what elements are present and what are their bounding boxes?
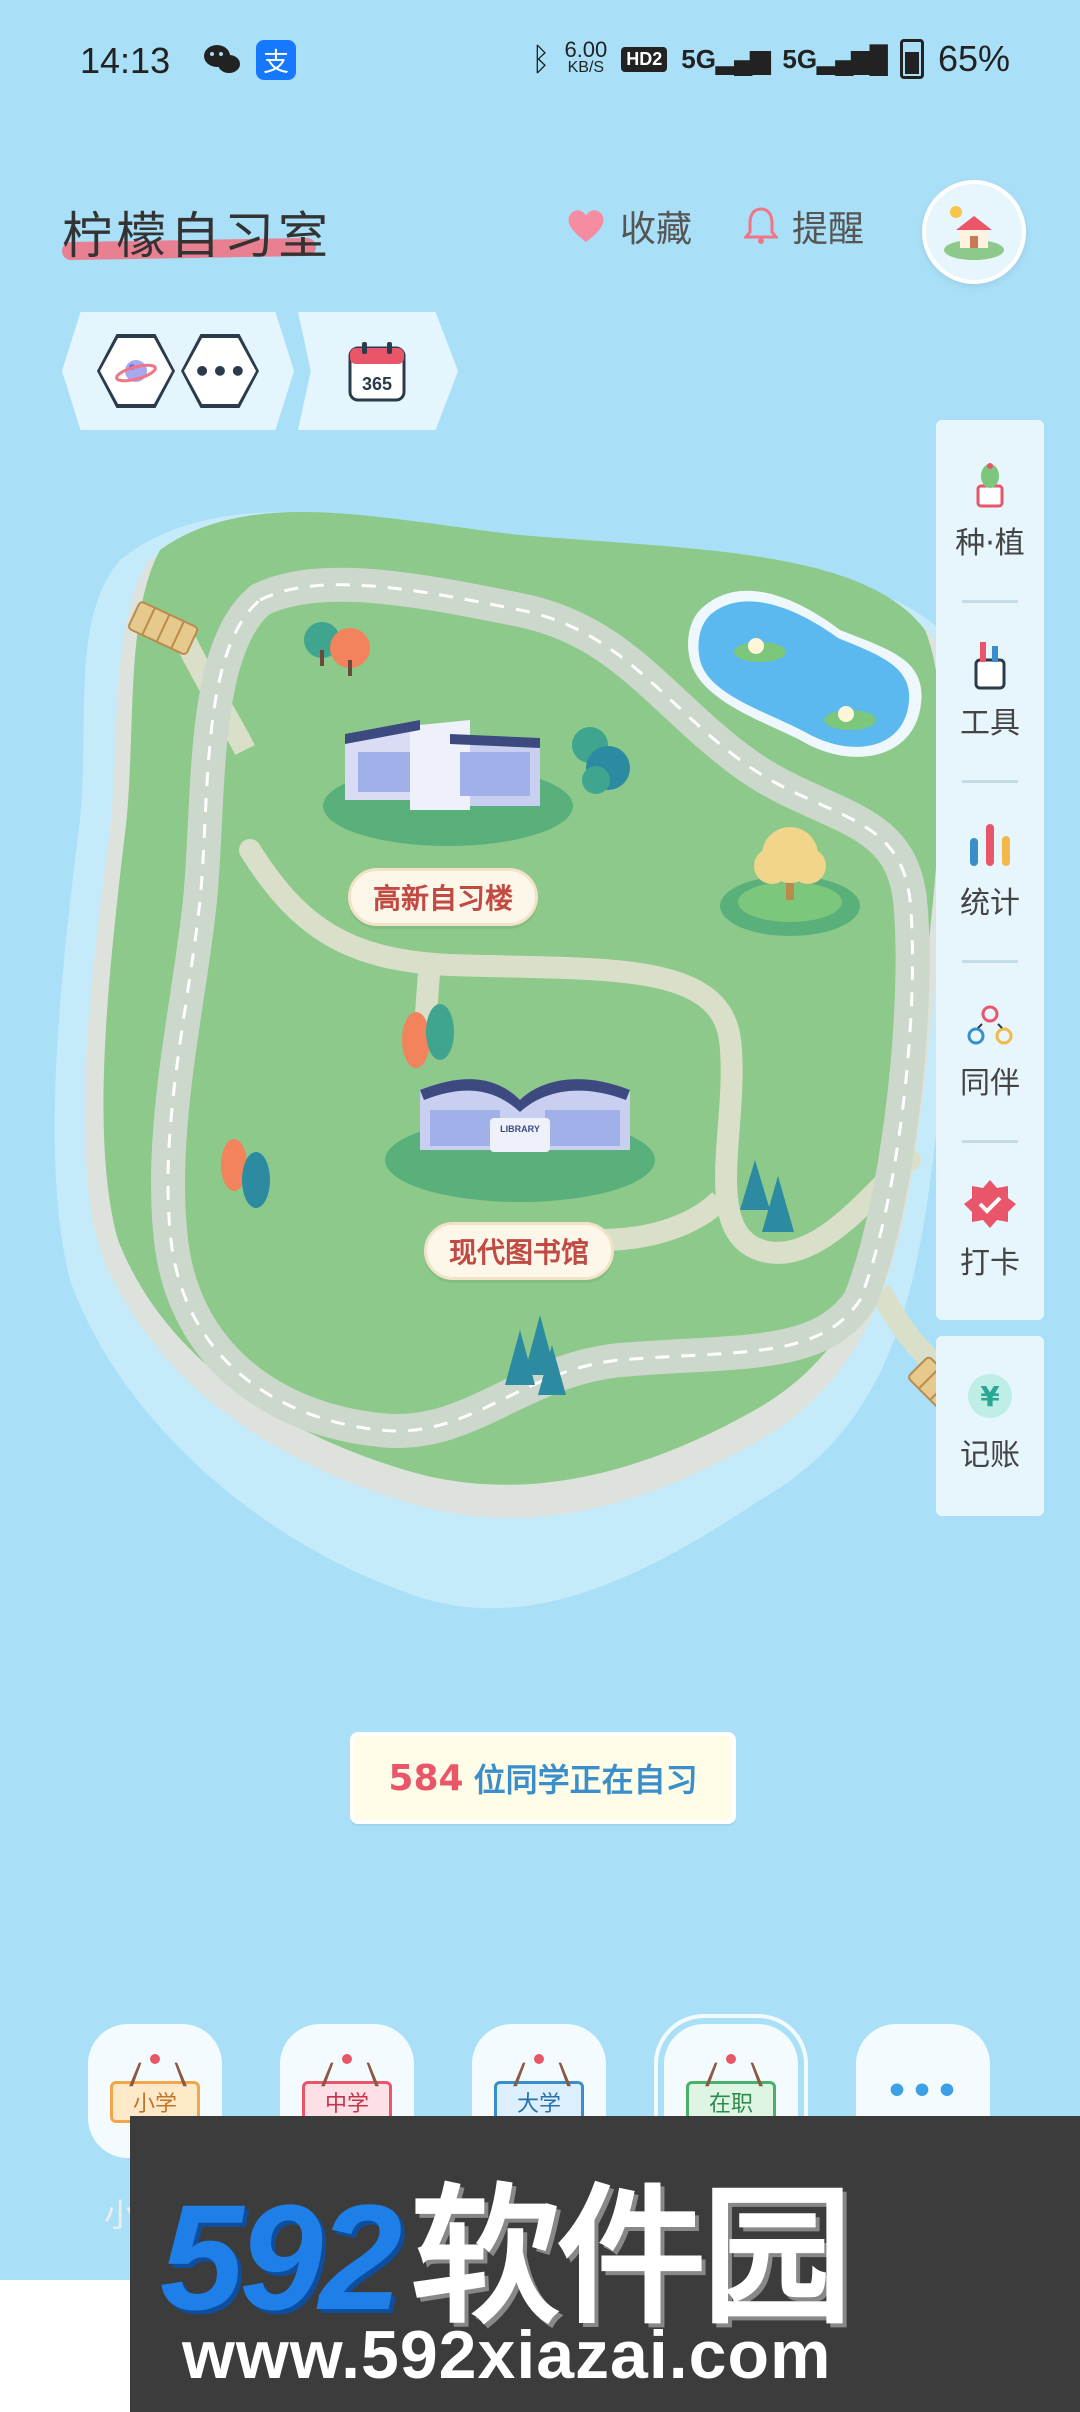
yuan-coin-icon: ¥ [968, 1374, 1012, 1418]
campus-map: LIBRARY [54, 512, 974, 1609]
heart-icon [568, 210, 604, 242]
study-building [323, 720, 573, 846]
divider [962, 780, 1018, 783]
side-item-accounting[interactable]: ¥ 记账 [936, 1336, 1044, 1516]
online-text: 位同学正在自习 [473, 1761, 698, 1799]
wechat-icon [202, 40, 242, 80]
calendar-365-icon[interactable]: 365 [348, 340, 406, 402]
bluetooth-icon: ᛒ [531, 40, 551, 77]
svg-text:¥: ¥ [980, 1380, 1000, 1413]
reminder-label: 提醒 [792, 209, 865, 250]
building-label-study[interactable]: 高新自习楼 [348, 868, 539, 926]
planet-icon [115, 360, 157, 383]
online-counter: 584 位同学正在自习 [350, 1732, 736, 1824]
avatar[interactable] [922, 180, 1026, 284]
signal-5g-icon: 5G▂▄▆ [681, 43, 770, 74]
reminder-button[interactable]: 提醒 [744, 200, 864, 252]
side-menu: 种·植 工具 统计 同伴 打卡 [936, 420, 1044, 1320]
side-item-companions[interactable]: 同伴 [936, 996, 1044, 1102]
battery-icon [899, 39, 924, 79]
svg-text:LIBRARY: LIBRARY [500, 1124, 540, 1134]
quick-toolbar [62, 312, 294, 430]
watermark-url: www.592xiazai.com [182, 2317, 832, 2393]
divider [962, 600, 1018, 603]
favorite-button[interactable]: 收藏 [566, 200, 692, 252]
online-count: 584 [388, 1757, 464, 1799]
signal-5g-icon-2: 5G▂▄▆█ [782, 43, 888, 74]
building-label-library[interactable]: 现代图书馆 [424, 1222, 615, 1280]
companions-icon [967, 1005, 1013, 1045]
more-dots-icon: ••• [885, 2070, 961, 2112]
bell-icon [744, 207, 778, 244]
battery-percent: 65% [937, 38, 1010, 79]
bottom-blank [0, 2280, 130, 2412]
divider [962, 960, 1018, 963]
side-item-checkin[interactable]: 打卡 [936, 1176, 1044, 1282]
checkin-badge-icon [964, 1180, 1016, 1228]
divider [962, 1140, 1018, 1143]
accounting-content: ¥ 记账 [936, 1368, 1044, 1474]
side-item-tools[interactable]: 工具 [936, 636, 1044, 742]
bar-stats-icon [970, 824, 1010, 866]
network-speed: 6.00 KB/S [564, 37, 608, 77]
side-item-plant[interactable]: 种·植 [936, 456, 1044, 562]
status-bar: 14:13 支 ᛒ 6.00 KB/S HD2 5G▂▄▆ 5G▂▄▆█ 65% [0, 0, 1080, 126]
side-item-stats[interactable]: 统计 [936, 816, 1044, 922]
more-dots-icon: ••• [193, 354, 247, 388]
favorite-label: 收藏 [620, 209, 693, 250]
svg-text:365: 365 [362, 374, 392, 394]
pencil-cup-icon [974, 642, 1006, 690]
alipay-icon: 支 [256, 40, 296, 80]
status-time: 14:13 [80, 40, 171, 81]
watermark-banner: 592软件园 www.592xiazai.com [130, 2116, 1080, 2412]
cactus-icon [976, 463, 1004, 508]
hd-voice-badge: HD2 [621, 46, 668, 72]
status-indicators: ᛒ 6.00 KB/S HD2 5G▂▄▆ 5G▂▄▆█ 65% [531, 38, 1010, 80]
app-title: 柠檬自习室 [62, 207, 332, 265]
house-avatar-icon [944, 206, 1004, 260]
